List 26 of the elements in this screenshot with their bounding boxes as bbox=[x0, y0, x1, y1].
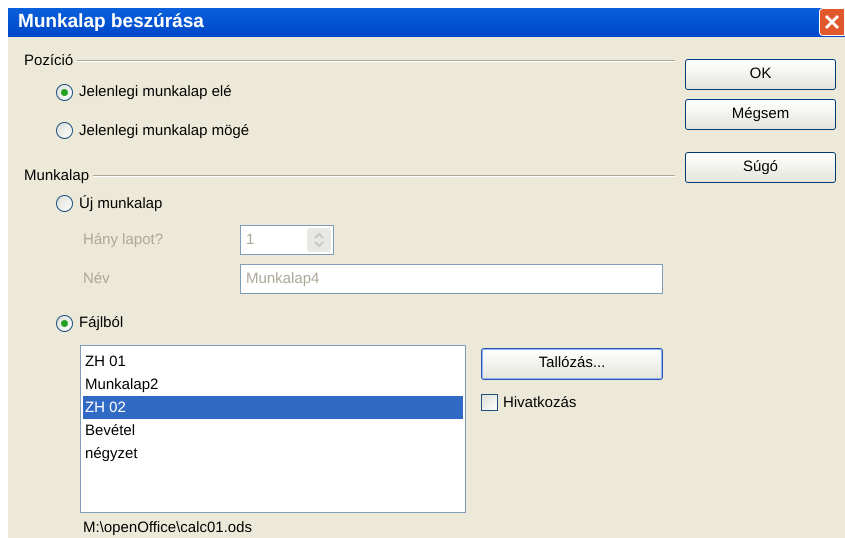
checkbox-label[interactable]: Hivatkozás bbox=[503, 392, 576, 414]
list-item[interactable]: Bevétel bbox=[83, 418, 463, 442]
close-icon bbox=[824, 14, 840, 30]
file-path: M:\openOffice\calc01.ods bbox=[83, 518, 252, 538]
close-button[interactable] bbox=[819, 8, 845, 36]
radio-button[interactable] bbox=[56, 314, 73, 332]
list-item[interactable]: ZH 01 bbox=[83, 350, 463, 372]
list-item[interactable]: ZH 02 bbox=[83, 396, 463, 418]
radio-button[interactable] bbox=[56, 122, 73, 140]
section-label: Pozíció bbox=[24, 50, 74, 70]
radio-label[interactable]: Jelenlegi munkalap elé bbox=[79, 81, 232, 104]
radio-label[interactable]: Fájlból bbox=[79, 312, 124, 334]
list-item[interactable]: négyzet bbox=[83, 442, 463, 464]
checkbox[interactable] bbox=[481, 394, 498, 412]
dialog-button[interactable]: OK bbox=[685, 58, 836, 90]
dialog-button[interactable]: Mégsem bbox=[685, 98, 836, 130]
browse-button[interactable]: Tallózás... bbox=[481, 348, 663, 380]
window-title: Munkalap beszúrása bbox=[18, 10, 204, 34]
field-label: Hány lapot? bbox=[83, 230, 164, 250]
list-item[interactable]: Munkalap2 bbox=[83, 372, 463, 396]
file-list[interactable]: ZH 01 Munkalap2 ZH 02 Bevétel négyzet bbox=[80, 344, 466, 512]
field-label: Név bbox=[83, 268, 111, 289]
dialog-button[interactable]: Súgó bbox=[685, 152, 836, 182]
radio-button[interactable] bbox=[56, 84, 73, 101]
radio-label[interactable]: Jelenlegi munkalap mögé bbox=[79, 120, 250, 142]
section-label: Munkalap bbox=[24, 166, 90, 186]
